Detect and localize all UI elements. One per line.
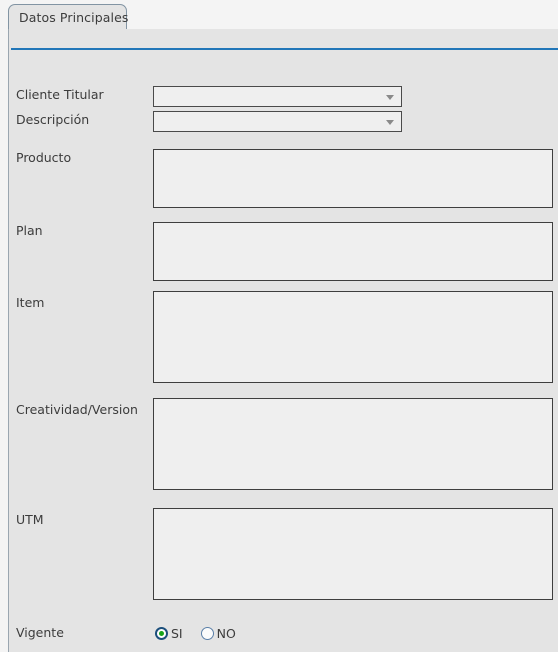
textarea-creatividad-version[interactable] xyxy=(153,398,553,490)
radio-option-si[interactable]: SI xyxy=(155,626,183,641)
label-producto: Producto xyxy=(16,150,72,165)
panel-accent-divider xyxy=(11,48,558,50)
radio-option-no-label: NO xyxy=(216,625,236,641)
label-utm: UTM xyxy=(16,512,44,527)
label-vigente: Vigente xyxy=(16,625,64,640)
radio-unchecked-icon[interactable] xyxy=(200,626,214,640)
radio-option-si-label: SI xyxy=(171,625,183,641)
textarea-utm[interactable] xyxy=(153,508,553,600)
radio-checked-icon[interactable] xyxy=(155,626,168,640)
tab-label: Datos Principales xyxy=(19,10,129,25)
tab-datos-principales[interactable]: Datos Principales xyxy=(8,4,129,30)
combobox-cliente-titular[interactable] xyxy=(153,86,402,107)
label-cliente-titular: Cliente Titular xyxy=(16,87,104,102)
textarea-plan[interactable] xyxy=(153,222,553,281)
textarea-item[interactable] xyxy=(153,291,553,383)
radio-group-vigente: SI NO xyxy=(155,624,254,642)
chevron-down-icon[interactable] xyxy=(386,95,394,100)
radio-option-no[interactable]: NO xyxy=(200,625,236,641)
textarea-producto[interactable] xyxy=(153,149,553,208)
label-creatividad-version: Creatividad/Version xyxy=(16,402,138,417)
tab-strip: Datos Principales xyxy=(0,0,558,30)
label-item: Item xyxy=(16,295,45,310)
form-window: Datos Principales Cliente Titular Descri… xyxy=(0,0,558,652)
label-plan: Plan xyxy=(16,223,43,238)
label-descripcion: Descripción xyxy=(16,112,90,127)
combobox-descripcion[interactable] xyxy=(153,111,402,132)
chevron-down-icon[interactable] xyxy=(386,120,394,125)
